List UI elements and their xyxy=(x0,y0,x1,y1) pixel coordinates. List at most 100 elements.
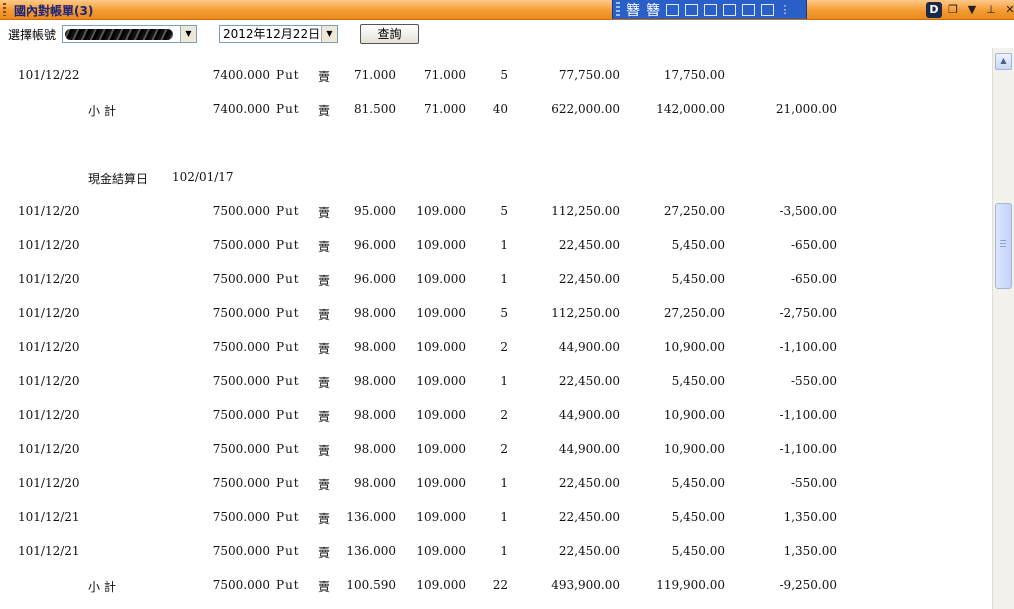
strike-cell: 7500.000 xyxy=(212,578,270,592)
ime-grip-icon[interactable] xyxy=(616,2,620,17)
ime-shape-icon[interactable]: 簪 xyxy=(643,0,663,20)
table-row: 101/12/20 7500.000 Put 賣 98.000 109.000 5 112,2… xyxy=(0,306,992,322)
type-cell: Put xyxy=(276,204,300,218)
margin-cell: 5,450.00 xyxy=(671,510,725,524)
trade-date: 101/12/20 xyxy=(18,204,80,218)
trade-date: 101/12/20 xyxy=(18,238,80,252)
strike-cell: 7400.000 xyxy=(212,102,270,116)
pnl-cell: 1,350.00 xyxy=(783,544,837,558)
settle-price-cell: 109.000 xyxy=(416,510,466,524)
title-bar: 國內對帳單(3) 簪 簪 ⋮ D ❐ ▼ ⊥ ✕ xyxy=(0,0,1014,20)
table-row: 101/12/22 7400.000 Put 賣 71.000 71.000 5 77,750… xyxy=(0,68,992,84)
settle-price-cell: 71.000 xyxy=(424,68,466,82)
premium-cell: 22,450.00 xyxy=(558,272,620,286)
margin-cell: 5,450.00 xyxy=(671,544,725,558)
side-cell: 賣 xyxy=(318,444,331,458)
date-picker[interactable]: 2012年12月22日 ▼ xyxy=(219,25,338,43)
margin-cell: 27,250.00 xyxy=(663,306,725,320)
date-value: 2012年12月22日 xyxy=(223,27,321,41)
settle-price-cell: 109.000 xyxy=(416,476,466,490)
side-cell: 賣 xyxy=(318,478,331,492)
chevron-down-icon[interactable]: ▼ xyxy=(180,26,196,42)
table-row: 101/12/20 7500.000 Put 賣 98.000 109.000 2 44,90… xyxy=(0,408,992,424)
side-cell: 賣 xyxy=(318,342,331,356)
pin-icon[interactable]: ⊥ xyxy=(983,2,999,18)
ime-pen-icon[interactable] xyxy=(742,3,755,16)
quantity-cell: 22 xyxy=(492,578,508,592)
margin-cell: 5,450.00 xyxy=(671,272,725,286)
type-cell: Put xyxy=(276,510,300,524)
price-cell: 95.000 xyxy=(354,204,396,218)
table-row: 101/12/21 7500.000 Put 賣 136.000 109.000 1 22,4… xyxy=(0,544,992,560)
ime-mode-icon[interactable]: 簪 xyxy=(623,0,643,20)
premium-cell: 22,450.00 xyxy=(558,510,620,524)
pnl-cell: -9,250.00 xyxy=(779,578,838,592)
quantity-cell: 1 xyxy=(500,510,508,524)
dropdown-icon[interactable]: ▼ xyxy=(964,2,980,18)
side-cell: 賣 xyxy=(318,70,331,84)
pnl-cell: -650.00 xyxy=(790,238,837,252)
strike-cell: 7500.000 xyxy=(212,476,270,490)
pnl-cell: -650.00 xyxy=(790,272,837,286)
side-cell: 賣 xyxy=(318,274,331,288)
ime-options-icon[interactable]: ⋮ xyxy=(777,2,793,18)
side-cell: 賣 xyxy=(318,546,331,560)
ime-panel-icon[interactable] xyxy=(666,3,679,16)
table-row: 101/12/20 7500.000 Put 賣 98.000 109.000 1 22,45… xyxy=(0,476,992,492)
quantity-cell: 1 xyxy=(500,238,508,252)
price-cell: 98.000 xyxy=(354,306,396,320)
scroll-thumb[interactable] xyxy=(995,203,1012,289)
strike-cell: 7500.000 xyxy=(212,510,270,524)
pnl-cell: -550.00 xyxy=(790,374,837,388)
subtotal-row: 小計 7400.000 Put 賣 81.500 71.000 40 622,000.00 14… xyxy=(0,102,992,118)
scroll-up-icon[interactable]: ▲ xyxy=(995,53,1012,70)
subtotal-label: 小計 xyxy=(88,104,121,118)
type-cell: Put xyxy=(276,238,300,252)
pnl-cell: -2,750.00 xyxy=(779,306,838,320)
ime-keyboard-icon[interactable] xyxy=(761,3,774,16)
title-grip[interactable] xyxy=(3,3,6,16)
window-controls: D ❐ ▼ ⊥ ✕ xyxy=(926,1,1014,18)
premium-cell: 622,000.00 xyxy=(551,102,620,116)
side-cell: 賣 xyxy=(318,206,331,220)
trade-date: 101/12/20 xyxy=(18,476,80,490)
table-row: 101/12/20 7500.000 Put 賣 98.000 109.000 2 44,90… xyxy=(0,442,992,458)
chevron-down-icon[interactable]: ▼ xyxy=(321,26,337,42)
settle-price-cell: 109.000 xyxy=(416,272,466,286)
ime-pointer-icon[interactable] xyxy=(685,3,698,16)
trade-date: 101/12/20 xyxy=(18,374,80,388)
quantity-cell: 5 xyxy=(500,68,508,82)
ime-tool-icon[interactable] xyxy=(704,3,717,16)
type-cell: Put xyxy=(276,68,300,82)
settle-price-cell: 109.000 xyxy=(416,544,466,558)
pnl-cell: -3,500.00 xyxy=(779,204,838,218)
quantity-cell: 40 xyxy=(492,102,508,116)
restore-icon[interactable]: ❐ xyxy=(945,2,961,18)
type-cell: Put xyxy=(276,442,300,456)
subtotal-label: 小計 xyxy=(88,580,121,594)
quantity-cell: 1 xyxy=(500,476,508,490)
type-cell: Put xyxy=(276,408,300,422)
ime-pad-icon[interactable] xyxy=(723,3,736,16)
premium-cell: 493,900.00 xyxy=(551,578,620,592)
settle-price-cell: 109.000 xyxy=(416,442,466,456)
settle-price-cell: 71.000 xyxy=(424,102,466,116)
settle-price-cell: 109.000 xyxy=(416,374,466,388)
margin-cell: 5,450.00 xyxy=(671,476,725,490)
premium-cell: 22,450.00 xyxy=(558,476,620,490)
price-cell: 98.000 xyxy=(354,442,396,456)
query-button[interactable]: 查詢 xyxy=(360,24,419,44)
table-row: 101/12/20 7500.000 Put 賣 95.000 109.000 5 112,2… xyxy=(0,204,992,220)
strike-cell: 7500.000 xyxy=(212,408,270,422)
quantity-cell: 5 xyxy=(500,306,508,320)
ime-toolbar[interactable]: 簪 簪 ⋮ xyxy=(612,0,807,19)
d-logo-icon[interactable]: D xyxy=(926,1,942,18)
settle-price-cell: 109.000 xyxy=(416,408,466,422)
account-select[interactable]: ▼ xyxy=(62,25,197,43)
vertical-scrollbar[interactable]: ▲ xyxy=(992,48,1014,609)
table-row: 101/12/20 7500.000 Put 賣 98.000 109.000 2 44,90… xyxy=(0,340,992,356)
premium-cell: 44,900.00 xyxy=(558,408,620,422)
close-icon[interactable]: ✕ xyxy=(1002,2,1014,18)
table-row: 101/12/21 7500.000 Put 賣 136.000 109.000 1 22,4… xyxy=(0,510,992,526)
type-cell: Put xyxy=(276,102,300,116)
